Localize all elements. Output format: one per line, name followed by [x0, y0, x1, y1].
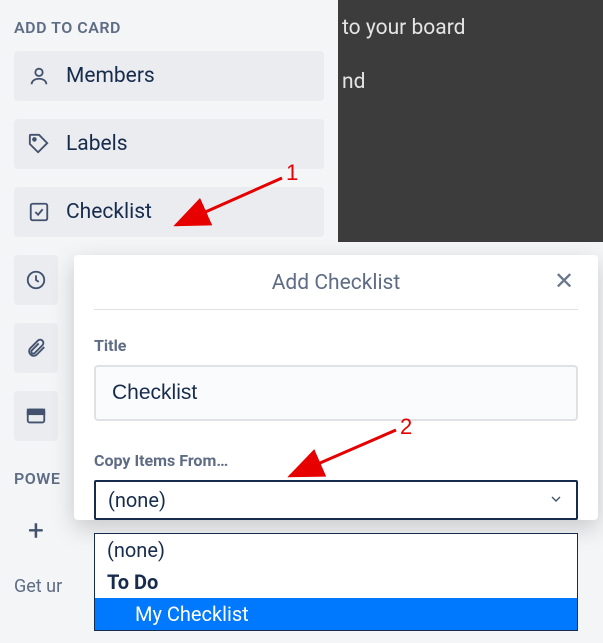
popover-title: Add Checklist [272, 271, 401, 295]
background-panel: to your board nd [338, 0, 603, 242]
bg-text-1: to your board [342, 16, 465, 40]
checklist-button[interactable]: Checklist [14, 187, 324, 237]
cover-icon [25, 405, 47, 427]
annotation-1: 1 [286, 160, 298, 186]
section-header: ADD TO CARD [14, 18, 324, 37]
members-button[interactable]: Members [14, 51, 324, 101]
checklist-icon [28, 201, 50, 223]
tag-icon [28, 133, 50, 155]
select-value: (none) [108, 488, 166, 512]
checklist-title-input[interactable] [94, 365, 578, 421]
plus-icon: + [28, 514, 44, 547]
title-field-label: Title [94, 336, 578, 355]
attachment-button[interactable] [14, 323, 58, 373]
checklist-label: Checklist [66, 200, 152, 224]
members-label: Members [66, 64, 155, 88]
option-my-checklist[interactable]: My Checklist [95, 598, 577, 630]
option-none[interactable]: (none) [95, 534, 577, 566]
person-icon [28, 65, 50, 87]
copy-from-label: Copy Items From… [94, 451, 578, 470]
close-button[interactable]: ✕ [550, 267, 578, 295]
copy-from-select[interactable]: (none) [94, 480, 578, 520]
option-group-todo[interactable]: To Do [95, 566, 577, 598]
copy-from-dropdown: (none) To Do My Checklist [94, 533, 578, 631]
bg-text-2: nd [342, 70, 365, 94]
labels-button[interactable]: Labels [14, 119, 324, 169]
dates-button[interactable] [14, 255, 58, 305]
chevron-down-icon [548, 488, 564, 512]
annotation-2: 2 [400, 414, 412, 440]
add-checklist-popover: Add Checklist ✕ Title Copy Items From… (… [74, 255, 598, 520]
attachment-icon [25, 337, 47, 359]
clock-icon [25, 269, 47, 291]
cover-button[interactable] [14, 391, 58, 441]
close-icon: ✕ [554, 267, 574, 295]
add-powerup-button[interactable]: + [14, 508, 58, 552]
labels-label: Labels [66, 132, 128, 156]
